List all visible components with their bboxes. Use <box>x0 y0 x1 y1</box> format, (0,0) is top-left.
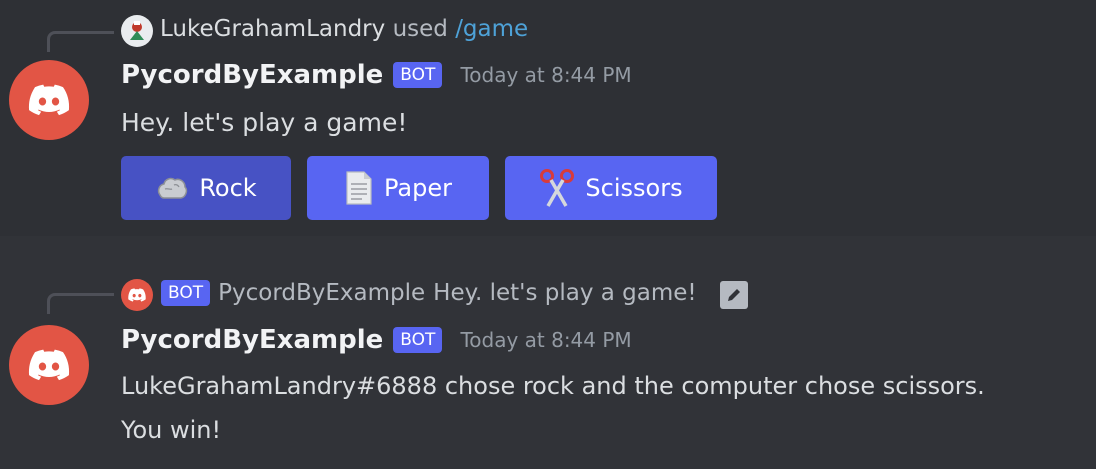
reply-bot-tag: BOT <box>161 280 211 306</box>
message-content-line1: LukeGrahamLandry#6888 chose rock and the… <box>121 372 985 400</box>
message-header: PycordByExample BOT Today at 8:44 PM <box>121 60 632 90</box>
paper-icon <box>346 171 372 205</box>
rock-button[interactable]: Rock <box>121 156 291 220</box>
message-content-line2: You win! <box>121 416 222 444</box>
scissors-button[interactable]: Scissors <box>505 156 717 220</box>
reply-connector <box>47 293 114 314</box>
discord-logo-icon <box>28 84 70 116</box>
reply-content: Hey. let's play a game! <box>433 280 697 306</box>
bot-tag: BOT <box>393 62 443 88</box>
reply-used-label: used <box>392 16 448 42</box>
edited-icon <box>720 281 748 309</box>
timestamp[interactable]: Today at 8:44 PM <box>460 328 631 352</box>
bot-avatar[interactable] <box>9 60 89 140</box>
reply-author[interactable]: PycordByExample <box>218 280 425 306</box>
slash-command[interactable]: /game <box>455 16 528 42</box>
reply-user-avatar[interactable] <box>121 15 153 47</box>
rock-button-label: Rock <box>199 174 257 202</box>
message-content: Hey. let's play a game! <box>121 108 408 137</box>
author-name[interactable]: PycordByExample <box>121 60 383 90</box>
scissors-icon <box>540 169 575 207</box>
pencil-icon <box>728 289 740 301</box>
reply-username[interactable]: LukeGrahamLandry <box>160 16 385 42</box>
discord-logo-icon <box>28 349 70 381</box>
author-name[interactable]: PycordByExample <box>121 325 383 355</box>
paper-button-label: Paper <box>384 174 452 202</box>
timestamp[interactable]: Today at 8:44 PM <box>460 63 631 87</box>
reply-line-text: LukeGrahamLandry used /game <box>160 16 528 42</box>
scissors-button-label: Scissors <box>585 174 683 202</box>
reply-bot-avatar[interactable] <box>121 279 153 311</box>
bot-tag: BOT <box>393 327 443 353</box>
paper-button[interactable]: Paper <box>307 156 489 220</box>
reply-preview[interactable]: BOT PycordByExample Hey. let's play a ga… <box>161 280 697 306</box>
rock-icon <box>158 177 188 199</box>
bot-avatar[interactable] <box>9 325 89 405</box>
user-avatar-icon <box>130 21 144 40</box>
discord-logo-icon <box>128 288 146 302</box>
message-header: PycordByExample BOT Today at 8:44 PM <box>121 325 632 355</box>
reply-connector <box>47 31 114 52</box>
